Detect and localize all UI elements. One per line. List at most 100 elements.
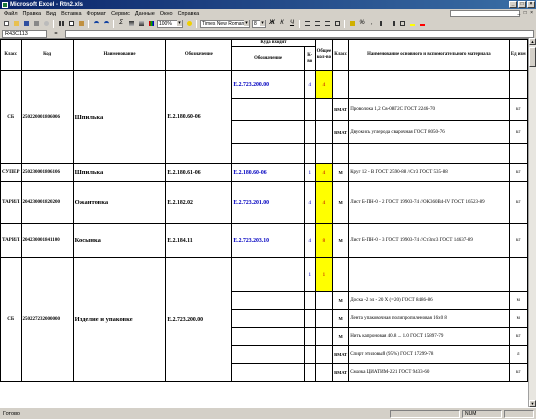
chart-icon[interactable]	[147, 19, 155, 28]
paste-icon[interactable]	[77, 19, 85, 28]
material-klass-cell[interactable]: ВМАТ	[332, 120, 350, 144]
close-button[interactable]: ×	[527, 1, 535, 8]
total-cell[interactable]	[314, 143, 334, 164]
underline-icon[interactable]: Ч	[288, 19, 296, 28]
qty-cell[interactable]: 4	[303, 223, 316, 258]
menu-window[interactable]: Окно	[160, 11, 173, 17]
unit-cell[interactable]: м	[508, 291, 528, 310]
unit-cell[interactable]: кг	[508, 98, 528, 121]
material-cell[interactable]: Спирт этиловый (95%) ГОСТ 17299-78	[348, 345, 510, 364]
material-klass-cell[interactable]: ВМАТ	[332, 345, 350, 364]
qty-cell[interactable]	[303, 120, 316, 144]
scroll-up-icon[interactable]: ▲	[529, 38, 536, 45]
qty-cell[interactable]	[303, 143, 316, 164]
unit-cell[interactable]: кг	[508, 363, 528, 382]
unit-cell[interactable]: кг	[508, 181, 528, 224]
where-cell[interactable]: Е.2.723.200.00	[231, 70, 305, 99]
new-icon[interactable]	[2, 19, 10, 28]
currency-icon[interactable]	[348, 19, 356, 28]
total-cell[interactable]: 8	[314, 223, 334, 258]
name-cell[interactable]: Изделие и упаковке	[72, 257, 167, 382]
qty-cell[interactable]	[303, 98, 316, 121]
copy-icon[interactable]	[67, 19, 75, 28]
total-cell[interactable]	[314, 291, 334, 310]
name-cell[interactable]: Шпилька	[72, 70, 167, 164]
where-cell[interactable]	[231, 257, 305, 292]
material-cell[interactable]: Доска -2 эл - 20 Х (=20) ГОСТ 8486-86	[348, 291, 510, 310]
italic-icon[interactable]: К	[278, 19, 286, 28]
font-name-select[interactable]: Times New Roman	[200, 19, 250, 28]
workbook-window-controls[interactable]: _ □ ×	[518, 10, 535, 16]
material-klass-cell[interactable]: М	[332, 309, 350, 328]
menu-file[interactable]: Файл	[4, 11, 18, 17]
bold-icon[interactable]: Ж	[268, 19, 276, 28]
material-klass-cell[interactable]	[332, 143, 350, 164]
qty-cell[interactable]: 1	[303, 257, 316, 292]
sort-asc-icon[interactable]	[127, 19, 135, 28]
qty-cell[interactable]	[303, 291, 316, 310]
total-cell[interactable]: 4	[314, 181, 334, 224]
name-cell[interactable]: Шпилька	[72, 163, 167, 182]
qty-cell[interactable]	[303, 363, 316, 382]
material-klass-cell[interactable]: М	[332, 327, 350, 346]
material-klass-cell[interactable]	[332, 70, 350, 99]
unit-cell[interactable]	[508, 257, 528, 292]
material-klass-cell[interactable]	[332, 257, 350, 292]
qty-cell[interactable]: 1	[303, 163, 316, 182]
menu-help[interactable]: Справка	[178, 11, 200, 17]
align-center-icon[interactable]	[313, 19, 321, 28]
unit-cell[interactable]	[508, 70, 528, 99]
indent-icon[interactable]	[378, 19, 386, 28]
menu-insert[interactable]: Вставка	[61, 11, 81, 17]
total-cell[interactable]	[314, 98, 334, 121]
align-right-icon[interactable]	[323, 19, 331, 28]
thousands-icon[interactable]: ,	[368, 19, 376, 28]
align-left-icon[interactable]	[303, 19, 311, 28]
where-cell[interactable]	[231, 120, 305, 144]
where-cell[interactable]	[231, 327, 305, 346]
where-cell[interactable]	[231, 363, 305, 382]
material-cell[interactable]: Лента упаковочная полипропиленовая 16х0 …	[348, 309, 510, 328]
total-cell[interactable]: 4	[314, 163, 334, 182]
material-cell[interactable]	[348, 70, 510, 99]
unit-cell[interactable]: кг	[508, 120, 528, 144]
qty-cell[interactable]	[303, 309, 316, 328]
material-klass-cell[interactable]: М	[332, 291, 350, 310]
designation-cell[interactable]: Е.2.184.11	[165, 223, 233, 258]
material-cell[interactable]: Лист Б-ПН-0 - 3 ГОСТ 19903-74 //Ст3пс3 Г…	[348, 223, 510, 258]
klass-cell[interactable]: СУПЕР	[0, 163, 22, 182]
total-cell[interactable]	[314, 327, 334, 346]
worksheet-grid[interactable]: Класс Код Наименование Обозначение Куда …	[0, 38, 528, 407]
code-cell[interactable]: 250230001806106	[20, 163, 74, 182]
where-cell[interactable]: Е.2.723.203.10	[231, 223, 305, 258]
where-cell[interactable]: Е.2.180.60-06	[231, 163, 305, 182]
autosum-icon[interactable]: Σ	[117, 19, 125, 28]
unit-cell[interactable]	[508, 143, 528, 164]
qty-cell[interactable]: 4	[303, 181, 316, 224]
unit-cell[interactable]: кг	[508, 223, 528, 258]
unit-cell[interactable]: м	[508, 309, 528, 328]
where-cell[interactable]: Е.2.723.201.00	[231, 181, 305, 224]
klass-cell[interactable]: СБ	[0, 70, 22, 164]
font-size-select[interactable]: 8	[252, 19, 266, 28]
unit-cell[interactable]: кг	[508, 327, 528, 346]
material-cell[interactable]: Лист Б-ПН-0 - 2 ГОСТ 19903-74 //ОК360В4-…	[348, 181, 510, 224]
print-icon[interactable]	[32, 19, 40, 28]
code-cell[interactable]: 250227232000000	[20, 257, 74, 382]
outdent-icon[interactable]	[388, 19, 396, 28]
vertical-scrollbar[interactable]: ▲ ▼	[528, 38, 536, 407]
unit-cell[interactable]: л	[508, 345, 528, 364]
total-cell[interactable]	[314, 120, 334, 144]
total-cell[interactable]	[314, 363, 334, 382]
material-klass-cell[interactable]: ВМАТ	[332, 98, 350, 121]
preview-icon[interactable]	[42, 19, 50, 28]
maximize-button[interactable]: □	[518, 1, 526, 8]
zoom-select[interactable]: 100%	[157, 19, 183, 28]
designation-cell[interactable]: Е.2.182.02	[165, 181, 233, 224]
undo-icon[interactable]	[92, 19, 100, 28]
font-color-icon[interactable]	[418, 19, 426, 28]
code-cell[interactable]: 250220001806006	[20, 70, 74, 164]
material-klass-cell[interactable]: ВМАТ	[332, 363, 350, 382]
name-cell[interactable]: Ожантовка	[72, 181, 167, 224]
menu-edit[interactable]: Правка	[23, 11, 42, 17]
